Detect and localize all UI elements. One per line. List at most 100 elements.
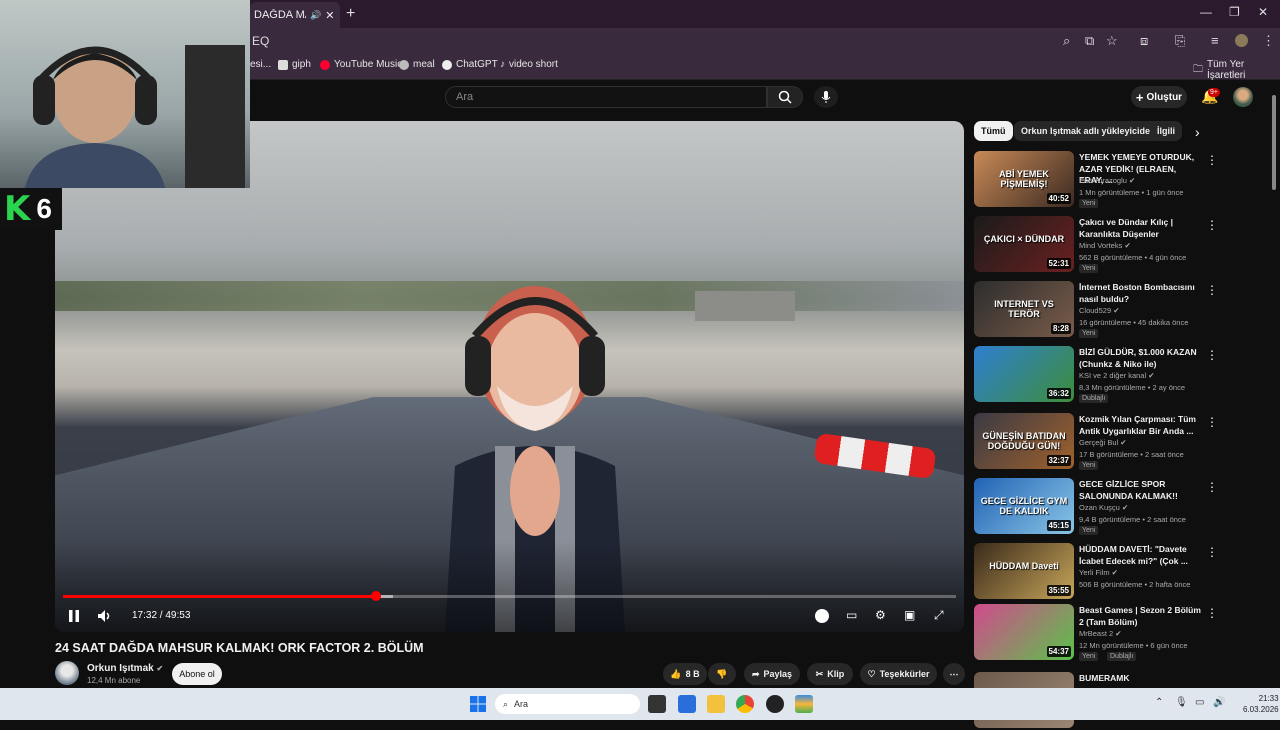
recommendation-channel[interactable]: MrBeast 2 ✔ xyxy=(1079,629,1122,638)
more-vertical-icon[interactable]: ⋮ xyxy=(1206,153,1218,167)
video-thumbnail[interactable]: ÇAKICI × DÜNDAR 52:31 xyxy=(974,216,1074,272)
search-input[interactable]: Ara xyxy=(445,86,767,108)
recommendation-item[interactable]: ABİ YEMEK PİŞMEMİŞ! 40:52 YEMEK YEMEYE OTU… xyxy=(974,151,1264,209)
recommendation-title[interactable]: BUMERAMK xyxy=(1079,673,1201,685)
bookmark-item[interactable]: giph xyxy=(278,59,311,70)
bookmark-item[interactable]: YouTube Music xyxy=(320,59,402,70)
dislike-button[interactable]: 👎 xyxy=(708,663,736,685)
fullscreen-icon[interactable]: ⤢ xyxy=(934,608,944,623)
settings-gear-icon[interactable]: ⚙ xyxy=(875,608,886,622)
voice-search-button[interactable] xyxy=(814,86,838,108)
more-vertical-icon[interactable]: ⋮ xyxy=(1206,545,1218,559)
recommendation-item[interactable]: INTERNET VS TERÖR 8:28 İnternet Boston Bom… xyxy=(974,281,1264,339)
recommendation-title[interactable]: Kozmik Yılan Çarpması: Tüm Antik Uygarlı… xyxy=(1079,414,1201,437)
browser-tab[interactable]: DAĞDA MAHS 🔊 ✕ xyxy=(250,2,340,28)
recommendation-item[interactable]: ÇAKICI × DÜNDAR 52:31 Çakıcı ve Dündar Kıl… xyxy=(974,216,1264,274)
more-vertical-icon[interactable]: ⋮ xyxy=(1206,283,1218,297)
video-thumbnail[interactable]: GECE GİZLİCE GYM DE KALDIK 45:15 xyxy=(974,478,1074,534)
chrome-icon[interactable] xyxy=(736,695,754,713)
search-button[interactable] xyxy=(767,86,803,108)
volume-icon[interactable] xyxy=(97,609,113,623)
video-thumbnail[interactable]: GÜNEŞİN BATIDAN DOĞDUĞU GÜN! 32:37 xyxy=(974,413,1074,469)
video-player[interactable]: 17:32 / 49:53 ▭ ⚙ ▣ ⤢ xyxy=(55,121,964,632)
tray-mic-icon[interactable]: 🎙 xyxy=(1175,697,1188,708)
like-button[interactable]: 👍 8 B xyxy=(663,663,707,685)
clip-button[interactable]: ✂ Klip xyxy=(807,663,853,685)
recommendation-title[interactable]: BİZİ GÜLDÜR, $1.000 KAZAN (Chunkz & Niko… xyxy=(1079,347,1201,370)
url-text[interactable]: EQ xyxy=(252,34,269,48)
extensions-icon[interactable]: ⧈ xyxy=(1140,33,1148,49)
video-thumbnail[interactable]: ABİ YEMEK PİŞMEMİŞ! 40:52 xyxy=(974,151,1074,207)
window-close-icon[interactable]: ✕ xyxy=(1258,5,1268,19)
pause-icon[interactable] xyxy=(67,609,81,623)
more-vertical-icon[interactable]: ⋮ xyxy=(1206,415,1218,429)
file-explorer-icon[interactable] xyxy=(707,695,725,713)
chip-all[interactable]: Tümü xyxy=(974,121,1013,141)
chevron-right-icon[interactable]: › xyxy=(1195,124,1200,140)
recommendation-channel[interactable]: Cloud529 ✔ xyxy=(1079,306,1120,315)
recommendation-item[interactable]: GÜNEŞİN BATIDAN DOĞDUĞU GÜN! 32:37 Kozmik … xyxy=(974,413,1264,471)
more-vertical-icon[interactable]: ⋮ xyxy=(1206,606,1218,620)
snipping-tool-icon[interactable] xyxy=(678,695,696,713)
video-thumbnail[interactable]: 36:32 xyxy=(974,346,1074,402)
recommendation-channel[interactable]: Mind Vorteks ✔ xyxy=(1079,241,1131,250)
recommendation-channel[interactable]: KSI ve 2 diğer kanal ✔ xyxy=(1079,371,1155,380)
video-thumbnail[interactable]: 54:37 xyxy=(974,604,1074,660)
more-actions-button[interactable]: ⋯ xyxy=(943,663,965,685)
recommendation-channel[interactable]: Gerçeği Bul ✔ xyxy=(1079,438,1127,447)
chip-channel[interactable]: Orkun Işıtmak adlı yükleyiciden xyxy=(1014,121,1163,141)
chip-related[interactable]: İlgili xyxy=(1150,121,1182,141)
bookmark-star-icon[interactable]: ☆ xyxy=(1106,33,1118,49)
share-button[interactable]: ➦ Paylaş xyxy=(744,663,800,685)
taskbar-search[interactable]: ⌕ Ara xyxy=(495,694,640,714)
recommendation-item[interactable]: GECE GİZLİCE GYM DE KALDIK 45:15 GECE GİZL… xyxy=(974,478,1264,536)
recommendation-channel[interactable]: Enis Kirazoglu ✔ xyxy=(1079,176,1135,185)
bookmark-item[interactable]: esi... xyxy=(250,59,271,70)
autoplay-toggle[interactable] xyxy=(815,609,829,623)
restore-icon[interactable]: ❐ xyxy=(1229,5,1240,19)
scrollbar-thumb[interactable] xyxy=(1272,95,1276,190)
recommendation-title[interactable]: Çakıcı ve Dündar Kılıç | Karanlıkta Düşe… xyxy=(1079,217,1201,240)
recommendation-title[interactable]: İnternet Boston Bombacısını nasıl buldu? xyxy=(1079,282,1201,305)
recommendation-title[interactable]: Beast Games | Sezon 2 Bölüm 2 (Tam Bölüm… xyxy=(1079,605,1201,628)
recommendation-item[interactable]: 54:37 Beast Games | Sezon 2 Bölüm 2 (Tam … xyxy=(974,604,1264,662)
recommendation-title[interactable]: HÜDDAM DAVETİ: "Davete İcabet Edecek mi?… xyxy=(1079,544,1201,567)
recommendation-title[interactable]: GECE GİZLİCE SPOR SALONUNDA KALMAK!! xyxy=(1079,479,1201,502)
recommendation-channel[interactable]: Ozan Kuşçu ✔ xyxy=(1079,503,1128,512)
thanks-button[interactable]: ♡ Teşekkürler xyxy=(860,663,937,685)
tray-chevron-icon[interactable]: ⌃ xyxy=(1155,697,1163,708)
minimize-icon[interactable]: — xyxy=(1200,5,1212,19)
progress-bar[interactable] xyxy=(63,591,956,601)
obs-icon[interactable] xyxy=(766,695,784,713)
more-vertical-icon[interactable]: ⋮ xyxy=(1206,480,1218,494)
create-button[interactable]: + Oluştur xyxy=(1131,86,1187,108)
all-bookmarks[interactable]: 🗀 Tüm Yer İşaretleri xyxy=(1193,59,1280,81)
bookmark-item[interactable]: ChatGPT xyxy=(442,59,498,70)
new-tab-icon[interactable]: + xyxy=(346,5,355,23)
recommendation-item[interactable]: 36:32 BİZİ GÜLDÜR, $1.000 KAZAN (Chunkz &… xyxy=(974,346,1264,404)
theater-mode-icon[interactable]: ▣ xyxy=(904,608,915,622)
channel-avatar[interactable] xyxy=(55,661,79,685)
channel-name[interactable]: Orkun Işıtmak ✔ xyxy=(87,663,163,674)
tab-close-icon[interactable]: ✕ xyxy=(325,9,334,22)
bookmark-item[interactable]: meal xyxy=(399,59,435,70)
speaker-icon[interactable]: 🔊 xyxy=(310,10,321,21)
account-avatar[interactable] xyxy=(1233,87,1253,107)
video-thumbnail[interactable]: HÜDDAM Daveti 35:55 xyxy=(974,543,1074,599)
recommendation-channel[interactable]: Yerli Film ✔ xyxy=(1079,568,1118,577)
more-vertical-icon[interactable]: ⋮ xyxy=(1206,348,1218,362)
app-stack-icon[interactable] xyxy=(795,695,813,713)
bookmark-item[interactable]: ♪ video short xyxy=(500,59,558,70)
reading-list-icon[interactable]: ≡ xyxy=(1211,33,1219,48)
more-vertical-icon[interactable]: ⋮ xyxy=(1206,218,1218,232)
zoom-icon[interactable]: ⌕ xyxy=(1063,33,1070,49)
translate-icon[interactable]: ⎘ xyxy=(1175,33,1185,49)
cast-icon[interactable]: ⧉ xyxy=(1085,33,1094,49)
subtitles-icon[interactable]: ▭ xyxy=(846,608,857,622)
profile-avatar[interactable] xyxy=(1235,34,1248,47)
task-view-icon[interactable] xyxy=(648,695,666,713)
tray-network-icon[interactable]: ▭ xyxy=(1195,697,1204,708)
browser-menu-icon[interactable]: ⋮ xyxy=(1262,33,1275,49)
subscribe-button[interactable]: Abone ol xyxy=(172,663,222,685)
tray-volume-icon[interactable]: 🔊 xyxy=(1213,697,1225,708)
